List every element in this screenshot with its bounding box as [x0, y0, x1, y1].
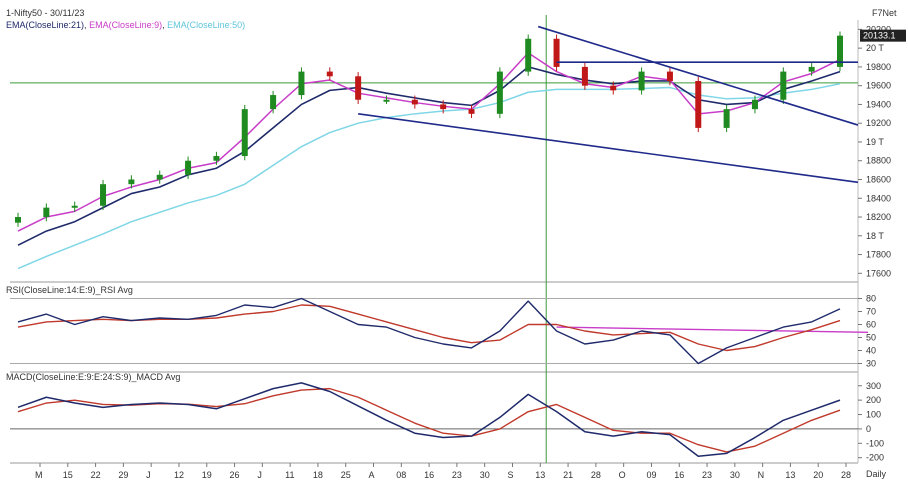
price-tick-label: 19200	[866, 118, 891, 128]
lower-falling-trendline	[358, 113, 859, 184]
x-tick-label: 28	[591, 470, 601, 480]
x-tick-label: J	[146, 470, 151, 480]
candle-body	[808, 66, 815, 72]
candle-body	[780, 71, 787, 100]
x-tick-label: 09	[646, 470, 656, 480]
x-tick-label: 29	[118, 470, 128, 480]
price-tick-label: 18200	[866, 212, 891, 222]
x-tick-label: 13	[785, 470, 795, 480]
rsi-tick-label: 30	[866, 359, 876, 369]
x-tick-label: S	[507, 470, 513, 480]
x-tick-label: 25	[341, 470, 351, 480]
price-tick-label: 18400	[866, 193, 891, 203]
price-tick-label: 18 T	[866, 231, 884, 241]
x-tick-label: 21	[563, 470, 573, 480]
x-tick-label: 13	[535, 470, 545, 480]
candle-body	[71, 205, 78, 208]
candle-body	[128, 179, 135, 185]
candle-body	[326, 71, 333, 77]
macd-line	[17, 382, 841, 457]
rsi-tick-label: 60	[866, 320, 876, 330]
price-tick-label: 17800	[866, 250, 891, 260]
price-tick-label: 19800	[866, 62, 891, 72]
x-tick-label: 20	[813, 470, 823, 480]
x-tick-label: 11	[285, 470, 294, 480]
panel-frames	[10, 15, 859, 464]
stock-chart[interactable]: 2020020 T1980019600194001920019 T1880018…	[0, 0, 908, 492]
candle-body	[355, 76, 362, 100]
candle-body	[156, 174, 163, 180]
price-tick-label: 19400	[866, 99, 891, 109]
rsi-tick-label: 80	[866, 294, 876, 304]
last-price-label: 20133.1	[863, 31, 896, 41]
x-tick-label: 16	[424, 470, 434, 480]
candle-body	[43, 207, 50, 218]
candle-body	[440, 104, 447, 110]
candle-body	[581, 66, 588, 86]
rsi-average-line	[17, 304, 841, 352]
macd-tick-label: 200	[866, 395, 881, 405]
price-tick-label: 19 T	[866, 137, 884, 147]
x-tick-label: 18	[313, 470, 323, 480]
candle-body	[298, 71, 305, 96]
x-tick-label: N	[758, 470, 765, 480]
x-tick-label: 22	[91, 470, 101, 480]
candle-body	[638, 71, 645, 91]
x-tick-label: 26	[230, 470, 240, 480]
macd-signal-line	[17, 387, 841, 453]
x-tick-label: 23	[452, 470, 462, 480]
ema-9-line	[17, 52, 841, 232]
x-tick-label: A	[369, 470, 375, 480]
x-tick-label: 23	[702, 470, 712, 480]
x-tick-label: 30	[480, 470, 490, 480]
candle-body	[525, 38, 532, 72]
x-tick-label: 15	[63, 470, 73, 480]
rsi-tick-label: 50	[866, 333, 876, 343]
price-tick-label: 18800	[866, 156, 891, 166]
x-tick-label: 28	[841, 470, 851, 480]
macd-panel: 300 200 100 0 -100 -200	[10, 381, 884, 463]
x-axis: M 15 22 29 J 12 19 26 J 11 18 25 A 08 16 23 30 S 13 21 28 O 09…	[35, 463, 851, 480]
macd-tick-label: -200	[866, 453, 884, 463]
candle-body	[383, 99, 390, 102]
x-tick-label: 16	[674, 470, 684, 480]
candle-body	[213, 156, 220, 161]
price-tick-label: 19600	[866, 81, 891, 91]
x-tick-label: 19	[202, 470, 212, 480]
rsi-tick-label: 70	[866, 307, 876, 317]
candle-body	[695, 80, 702, 128]
candle-body	[610, 85, 617, 91]
candle-body	[751, 99, 758, 110]
price-tick-label: 17600	[866, 268, 891, 278]
macd-tick-label: -100	[866, 438, 884, 448]
rsi-line	[17, 297, 841, 365]
candle-body	[666, 71, 673, 81]
candle-body	[270, 95, 277, 110]
candle-body	[411, 99, 418, 105]
candle-body	[723, 109, 730, 128]
price-panel: 2020020 T1980019600194001920019 T1880018…	[10, 24, 906, 278]
candle-body	[468, 109, 475, 114]
price-tick-label: 18600	[866, 174, 891, 184]
candle-body	[241, 109, 248, 157]
price-tick-label: 20 T	[866, 43, 884, 53]
rsi-tick-label: 40	[866, 346, 876, 356]
candle-body	[15, 217, 21, 223]
rsi-panel: 80 70 60 50 40 30	[10, 294, 876, 369]
macd-tick-label: 100	[866, 410, 881, 420]
x-tick-label: O	[619, 470, 626, 480]
rsi-horizontal-line	[556, 326, 869, 333]
x-tick-label: J	[257, 470, 262, 480]
x-tick-label: 12	[174, 470, 184, 480]
x-tick-label: 30	[730, 470, 740, 480]
candle-body	[496, 71, 503, 114]
candle-body	[185, 160, 192, 175]
macd-tick-label: 300	[866, 381, 881, 391]
x-tick-label: 08	[396, 470, 406, 480]
x-tick-label: M	[35, 470, 43, 480]
candle-body	[100, 184, 107, 206]
macd-tick-label: 0	[866, 424, 871, 434]
